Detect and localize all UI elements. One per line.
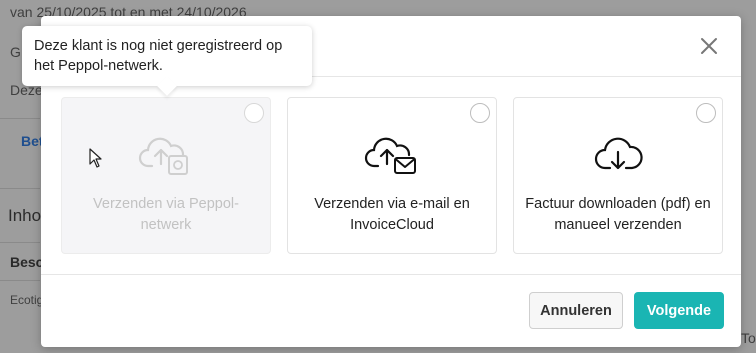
- option-email[interactable]: Verzenden via e-mail en InvoiceCloud: [287, 97, 497, 254]
- background-row-besc: Besc: [10, 254, 44, 270]
- background-row-ecotig: Ecotig: [10, 293, 44, 307]
- cancel-button[interactable]: Annuleren: [529, 292, 623, 329]
- cloud-upload-gear-icon: [138, 134, 194, 178]
- footer-divider: [41, 274, 741, 275]
- cloud-upload-mail-icon: [364, 134, 420, 178]
- background-line-g: G: [10, 44, 21, 60]
- radio-download[interactable]: [696, 103, 716, 123]
- background-heading: Inho: [8, 206, 42, 225]
- background-footer-tot: Tot: [741, 330, 756, 346]
- tooltip-text: Deze klant is nog niet geregistreerd op …: [34, 38, 283, 74]
- close-icon[interactable]: [699, 36, 719, 56]
- option-peppol-label: Verzenden via Peppol-netwerk: [93, 196, 239, 233]
- peppol-tooltip: Deze klant is nog niet geregistreerd op …: [22, 26, 312, 96]
- option-download-label: Factuur downloaden (pdf) en manueel verz…: [525, 196, 711, 233]
- option-download[interactable]: Factuur downloaden (pdf) en manueel verz…: [513, 97, 723, 254]
- radio-peppol[interactable]: [244, 103, 264, 123]
- cloud-download-icon: [590, 134, 646, 178]
- option-peppol[interactable]: Verzenden via Peppol-netwerk: [61, 97, 271, 254]
- mouse-cursor-icon: [89, 148, 103, 168]
- radio-email[interactable]: [470, 103, 490, 123]
- option-email-label: Verzenden via e-mail en InvoiceCloud: [314, 196, 470, 233]
- next-button[interactable]: Volgende: [634, 292, 724, 329]
